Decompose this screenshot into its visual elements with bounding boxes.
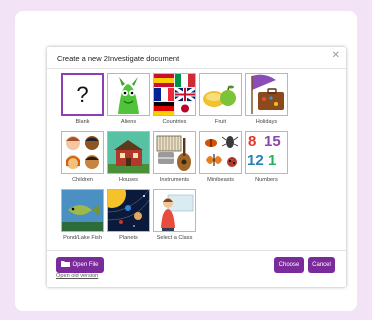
footer-divider — [47, 250, 346, 251]
aliens-thumbnail — [107, 73, 150, 116]
digit-text: 12 — [247, 152, 264, 169]
open-old-version-link[interactable]: Open old version — [56, 273, 98, 279]
template-instruments[interactable]: Instruments — [153, 131, 196, 186]
template-label: Planets — [119, 235, 138, 241]
template-houses[interactable]: Houses — [107, 131, 150, 186]
template-label: Aliens — [120, 119, 137, 125]
choose-button[interactable]: Choose — [274, 257, 304, 273]
template-label: Blank — [75, 119, 90, 125]
template-label: Fruit — [214, 119, 227, 125]
select-class-thumbnail — [153, 189, 196, 232]
houses-thumbnail — [107, 131, 150, 174]
template-pond-fish[interactable]: Pond/Lake Fish — [61, 189, 104, 244]
open-file-label: Open File — [72, 262, 99, 268]
planets-thumbnail — [107, 189, 150, 232]
template-select-class[interactable]: Select a Class — [153, 189, 196, 244]
template-label: Houses — [119, 177, 138, 183]
pond-fish-thumbnail — [61, 189, 104, 232]
template-blank[interactable]: ? Blank — [61, 73, 104, 128]
template-countries[interactable]: Countries — [153, 73, 196, 128]
template-children[interactable]: Children — [61, 131, 104, 186]
template-holidays[interactable]: Holidays — [245, 73, 288, 128]
template-planets[interactable]: Planets — [107, 189, 150, 244]
open-file-button[interactable]: Open File — [56, 257, 104, 273]
digit-text: 1 — [268, 152, 277, 169]
digit-text: 15 — [264, 133, 281, 150]
template-label: Pond/Lake Fish — [63, 235, 102, 241]
template-label: Children — [72, 177, 93, 183]
question-mark-icon: ? — [76, 82, 89, 107]
template-label: Minibeasts — [207, 177, 234, 183]
digit-text: 8 — [248, 133, 257, 150]
minibeasts-thumbnail — [199, 131, 242, 174]
template-label: Instruments — [159, 177, 190, 183]
numbers-thumbnail: 8 15 12 1 — [245, 131, 288, 174]
holidays-thumbnail — [245, 73, 288, 116]
children-thumbnail — [61, 131, 104, 174]
fruit-thumbnail — [199, 73, 242, 116]
template-label: Holidays — [255, 119, 278, 125]
header-divider — [47, 68, 346, 69]
template-label: Countries — [162, 119, 187, 125]
countries-thumbnail — [153, 73, 196, 116]
template-numbers[interactable]: 8 15 12 1 Numbers — [245, 131, 288, 186]
close-icon[interactable]: ✕ — [332, 51, 340, 61]
template-label: Numbers — [255, 177, 278, 183]
instruments-thumbnail — [153, 131, 196, 174]
template-minibeasts[interactable]: Minibeasts — [199, 131, 242, 186]
template-fruit[interactable]: Fruit — [199, 73, 242, 128]
new-document-dialog: Create a new 2Investigate document ✕ ? B… — [47, 47, 346, 287]
dialog-title: Create a new 2Investigate document — [57, 54, 180, 63]
folder-icon — [61, 260, 71, 267]
blank-thumbnail: ? — [61, 73, 104, 116]
template-aliens[interactable]: Aliens — [107, 73, 150, 128]
cancel-button[interactable]: Cancel — [308, 257, 335, 273]
template-label: Select a Class — [156, 235, 193, 241]
